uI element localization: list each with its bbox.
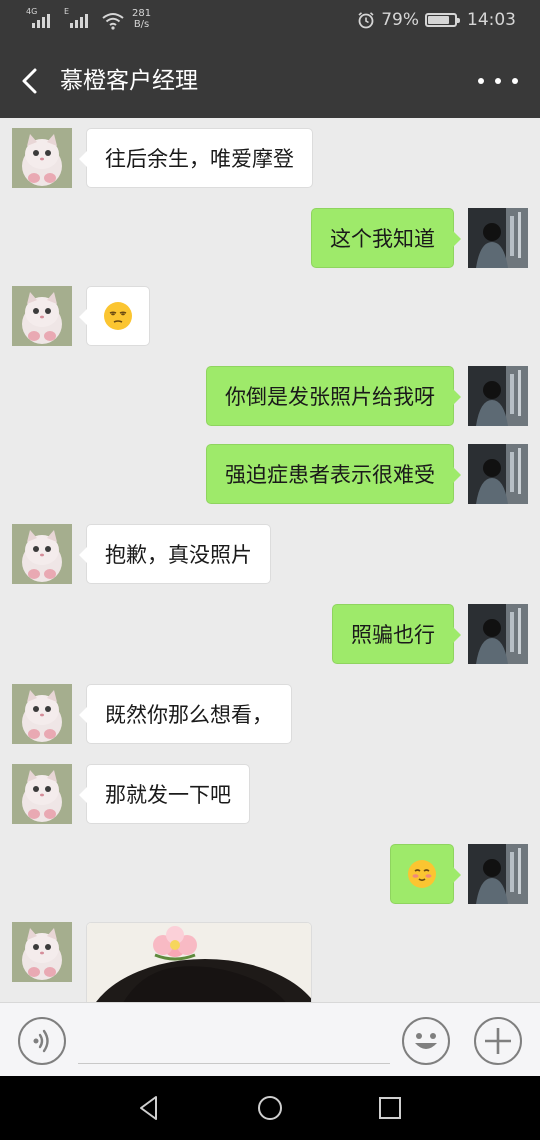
network-speed: 281 B/s xyxy=(132,8,151,30)
message-received: 往后余生，唯爱摩登 xyxy=(0,120,540,188)
chat-area[interactable]: 往后余生，唯爱摩登 这个我知道 你倒是发张照片给我呀 强迫症患者表示很难受 抱歉… xyxy=(0,118,540,1002)
message-bubble[interactable]: 往后余生，唯爱摩登 xyxy=(79,128,313,188)
contact-avatar[interactable] xyxy=(12,286,72,346)
message-bubble[interactable] xyxy=(390,844,461,904)
message-bubble[interactable]: 照骗也行 xyxy=(332,604,461,664)
message-received: 那就发一下吧 xyxy=(0,756,540,824)
contact-avatar[interactable] xyxy=(12,684,72,744)
voice-icon[interactable] xyxy=(18,1017,66,1065)
message-sent xyxy=(0,836,540,904)
system-nav-bar xyxy=(0,1076,540,1140)
status-bar: 4G E 281 B/s 79% 14:03 xyxy=(0,0,540,44)
signal-icon: 4G xyxy=(26,8,56,30)
battery-level xyxy=(428,16,449,24)
message-bubble[interactable]: 强迫症患者表示很难受 xyxy=(206,444,461,504)
plus-icon[interactable] xyxy=(474,1017,522,1065)
message-received: 既然你那么想看， xyxy=(0,676,540,744)
message-sent: 照骗也行 xyxy=(0,596,540,664)
network-speed-value: 281 xyxy=(132,8,152,19)
more-dots-icon[interactable] xyxy=(478,68,518,94)
chat-title: 慕橙客户经理 xyxy=(60,68,198,94)
blushing-face-icon xyxy=(408,860,436,888)
message-bubble[interactable]: 抱歉，真没照片 xyxy=(79,524,271,584)
photo-thumbnail[interactable] xyxy=(86,922,312,1002)
message-received xyxy=(0,278,540,346)
alarm-icon xyxy=(358,12,374,29)
user-avatar[interactable] xyxy=(468,208,528,268)
message-bubble[interactable]: 你倒是发张照片给我呀 xyxy=(206,366,461,426)
unamused-face-icon xyxy=(104,302,132,330)
chat-header: 慕橙客户经理 xyxy=(0,44,540,118)
contact-avatar[interactable] xyxy=(12,128,72,188)
user-avatar[interactable] xyxy=(468,366,528,426)
user-avatar[interactable] xyxy=(468,604,528,664)
input-bar xyxy=(0,1002,540,1076)
user-avatar[interactable] xyxy=(468,844,528,904)
message-bubble[interactable]: 既然你那么想看， xyxy=(79,684,292,744)
message-sent: 这个我知道 xyxy=(0,200,540,268)
message-received-image xyxy=(0,914,540,1002)
battery-icon xyxy=(425,13,460,27)
wifi-icon xyxy=(102,13,124,30)
message-sent: 强迫症患者表示很难受 xyxy=(0,436,540,504)
contact-avatar[interactable] xyxy=(12,524,72,584)
nav-back-icon[interactable] xyxy=(136,1094,164,1122)
nav-home-icon[interactable] xyxy=(256,1094,284,1122)
chevron-left-icon[interactable] xyxy=(16,66,46,96)
message-bubble[interactable] xyxy=(79,286,150,346)
message-input[interactable] xyxy=(78,1063,390,1064)
user-avatar[interactable] xyxy=(468,444,528,504)
message-bubble[interactable]: 这个我知道 xyxy=(311,208,461,268)
status-left: 4G E 281 B/s xyxy=(26,8,151,31)
network-speed-unit: B/s xyxy=(133,19,150,30)
emoji-face-icon[interactable] xyxy=(402,1017,450,1065)
nav-recent-icon[interactable] xyxy=(376,1094,404,1122)
battery-percent: 79% xyxy=(381,10,419,30)
network-type-label: E xyxy=(64,7,70,16)
message-sent: 你倒是发张照片给我呀 xyxy=(0,358,540,426)
signal-icon: E xyxy=(64,8,94,30)
message-bubble[interactable]: 那就发一下吧 xyxy=(79,764,250,824)
contact-avatar[interactable] xyxy=(12,764,72,824)
message-received: 抱歉，真没照片 xyxy=(0,516,540,584)
clock: 14:03 xyxy=(467,10,516,30)
contact-avatar[interactable] xyxy=(12,922,72,982)
status-right: 79% 14:03 xyxy=(357,10,516,30)
